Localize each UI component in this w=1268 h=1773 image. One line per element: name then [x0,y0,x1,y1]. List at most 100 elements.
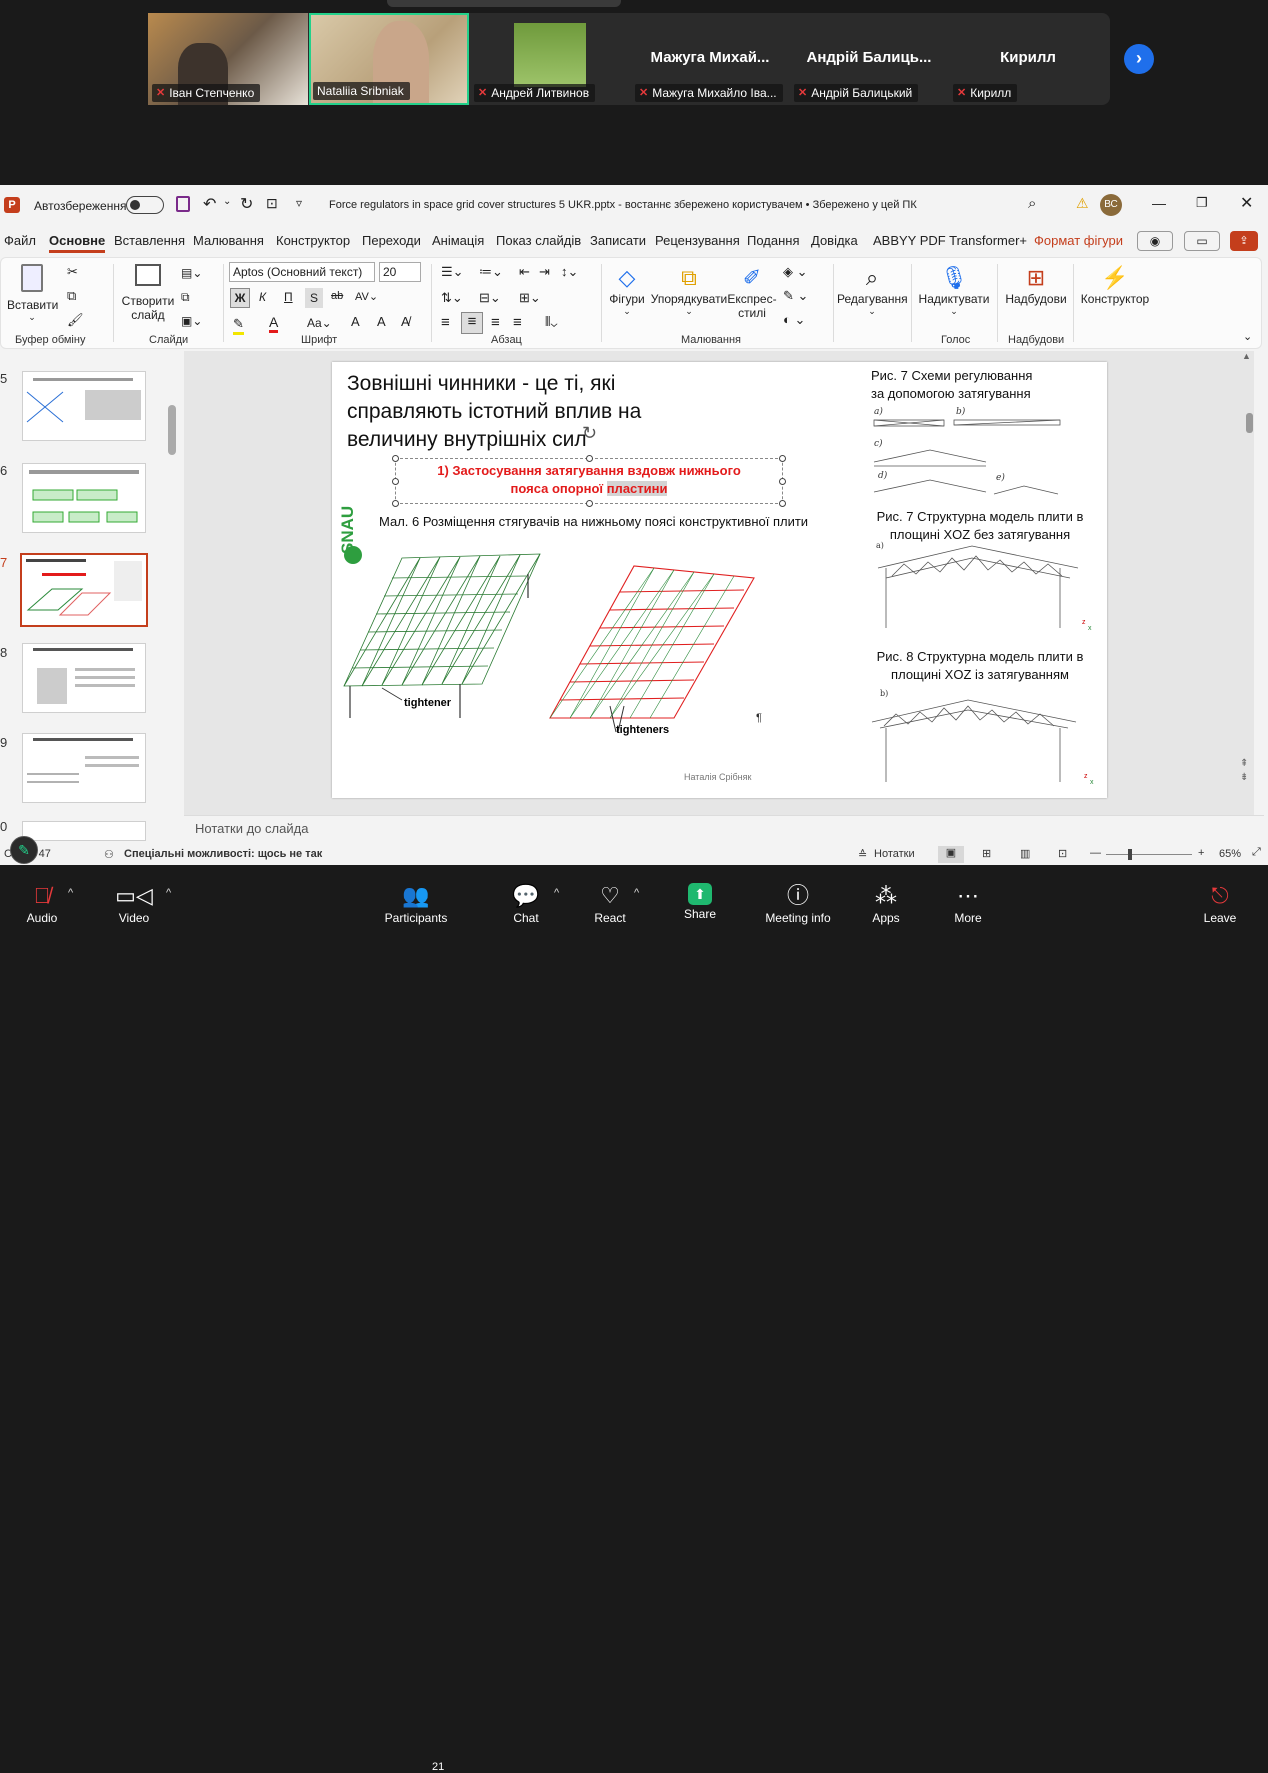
highlight-color-icon[interactable]: ✎ [233,316,244,335]
zoom-level[interactable]: 65% [1219,848,1241,860]
present-from-start-icon[interactable]: ⊡ [266,195,278,212]
paste-button[interactable]: Вставити ⌄ [7,264,58,323]
meeting-info-button[interactable]: ⓘ Meeting info [760,883,836,925]
tab-slideshow[interactable]: Показ слайдів [496,233,581,248]
tab-view[interactable]: Подання [747,233,800,248]
audio-options-caret[interactable]: ^ [68,887,73,899]
participant-tile-4[interactable]: Мажуга Михай... ✕ Мажуга Михайло Іва... [631,13,789,105]
react-options-caret[interactable]: ^ [634,887,639,899]
format-painter-icon[interactable]: 🖌 [67,312,84,328]
char-spacing-icon[interactable]: AV⌄ [355,290,378,303]
tab-help[interactable]: Довідка [811,233,858,248]
slide-title[interactable]: Зовнішні чинники - це ті, які справляють… [347,370,707,454]
chat-options-caret[interactable]: ^ [554,887,559,899]
maximize-icon[interactable]: ❐ [1196,195,1208,211]
arrange-button[interactable]: ⧉ Упорядкувати ⌄ [649,264,729,317]
bullets-icon[interactable]: ☰⌄ [441,264,464,280]
fit-to-window-icon[interactable]: ⤢ [1252,846,1261,859]
react-button[interactable]: ♡ React [590,883,630,925]
shape-fill-icon[interactable]: ◈ ⌄ [783,264,808,280]
new-slide-button[interactable]: Створити слайд [119,264,177,322]
prev-next-slide-icons[interactable]: ⇞ ⇟ [1240,757,1248,785]
tab-review[interactable]: Рецензування [655,233,740,248]
video-options-caret[interactable]: ^ [166,887,171,899]
tab-draw[interactable]: Малювання [193,233,264,248]
warning-icon[interactable]: ⚠ [1076,195,1089,212]
slide-sorter-icon[interactable]: ⊞ [982,847,991,860]
align-left-icon[interactable]: ≡ [441,314,450,331]
change-case-icon[interactable]: Aa⌄ [307,316,332,330]
participant-tile-5[interactable]: Андрій Балиць... ✕ Андрій Балицький [790,13,948,105]
addins-button[interactable]: ⊞ Надбудови [1001,264,1071,306]
zoom-in-icon[interactable]: + [1198,847,1204,859]
slide-thumbnail-5[interactable] [22,371,146,441]
tab-design[interactable]: Конструктор [276,233,350,248]
search-icon[interactable]: ⌕ [1028,195,1036,212]
align-text-icon[interactable]: ⊟⌄ [479,290,501,306]
smartart-icon[interactable]: ⊞⌄ [519,290,541,306]
chat-button[interactable]: 💬 Chat [506,883,546,925]
underline-button[interactable]: П [284,290,293,304]
copy-icon[interactable]: ⧉ [67,288,76,304]
annotate-pen-button[interactable]: ✎ [10,836,38,864]
resize-handle[interactable] [392,500,399,507]
resize-handle[interactable] [586,500,593,507]
audio-button[interactable]: 🎙̸ Audio [22,883,62,925]
layout-icon[interactable]: ▤⌄ [181,266,202,280]
scroll-up-icon[interactable]: ▲ [1242,351,1251,361]
columns-icon[interactable]: ⫴⌄ [545,314,557,330]
clear-formatting-icon[interactable]: A̸ [401,314,410,329]
slide-thumbnail-7-selected[interactable] [20,553,148,627]
comments-button[interactable]: ▭ [1184,231,1220,251]
reset-icon[interactable]: ⧉ [181,290,190,305]
zoom-out-icon[interactable]: — [1090,847,1101,859]
thumbnail-scrollbar[interactable] [168,405,176,455]
gallery-next-page-button[interactable]: › [1124,44,1154,74]
dictate-button[interactable]: 🎙 Надиктувати ⌄ [915,264,993,317]
tab-record[interactable]: Записати [590,233,646,248]
tab-animations[interactable]: Анімація [432,233,484,248]
participant-tile-3[interactable]: ✕ Андрей Литвинов [470,13,630,105]
participant-tile-6[interactable]: Кирилл ✕ Кирилл [949,13,1107,105]
document-title[interactable]: Force regulators in space grid cover str… [329,199,917,211]
designer-button[interactable]: ⚡ Конструктор [1077,264,1153,306]
resize-handle[interactable] [392,455,399,462]
selected-textbox[interactable]: 1) Застосування затягування вздовж нижнь… [392,423,786,507]
slide-scrollbar[interactable] [1246,413,1253,433]
strikethrough-icon[interactable]: ab [331,290,343,302]
tab-insert[interactable]: Вставлення [114,233,185,248]
resize-handle[interactable] [392,478,399,485]
tab-abbyy[interactable]: ABBYY PDF Transformer+ [873,233,1027,248]
resize-handle[interactable] [586,455,593,462]
section-icon[interactable]: ▣⌄ [181,314,202,328]
participants-button[interactable]: 👥 Participants [384,883,448,925]
apps-button[interactable]: ⁂ Apps [866,883,906,925]
chevron-down-icon[interactable]: ⌄ [223,196,231,207]
reading-view-icon[interactable]: ▥ [1020,847,1030,860]
editing-button[interactable]: ⌕ Редагування ⌄ [837,264,908,317]
decrease-font-icon[interactable]: A [377,314,386,329]
participant-tile-2-active-speaker[interactable]: Nataliia Sribniak [309,13,469,105]
notes-toggle-button[interactable]: Нотатки [874,848,915,860]
collapse-ribbon-icon[interactable]: ⌄ [1243,330,1252,343]
resize-handle[interactable] [779,500,786,507]
normal-view-icon[interactable]: ▣ [938,846,964,863]
quick-styles-button[interactable]: ✐ Експрес-стилі [727,264,777,320]
slide-thumbnail-9[interactable] [22,733,146,803]
more-button[interactable]: ⋯ More [948,883,988,925]
undo-icon[interactable]: ↶ [203,194,216,214]
align-right-icon[interactable]: ≡ [491,314,500,331]
increase-font-icon[interactable]: A [351,314,360,329]
close-icon[interactable]: ✕ [1240,193,1253,213]
shape-outline-icon[interactable]: ✎ ⌄ [783,288,808,304]
tab-file[interactable]: Файл [4,233,36,248]
top-drag-handle[interactable] [387,0,621,7]
text-direction-icon[interactable]: ⇅⌄ [441,290,463,306]
align-center-icon[interactable]: ≡ [461,312,483,334]
record-button[interactable]: ◉ [1137,231,1173,251]
italic-button[interactable]: К [259,290,266,304]
tab-home[interactable]: Основне [49,233,106,253]
tab-shape-format[interactable]: Формат фігури [1034,233,1123,248]
customize-toolbar-icon[interactable]: ▿ [296,196,302,210]
decrease-indent-icon[interactable]: ⇤ [519,264,530,280]
